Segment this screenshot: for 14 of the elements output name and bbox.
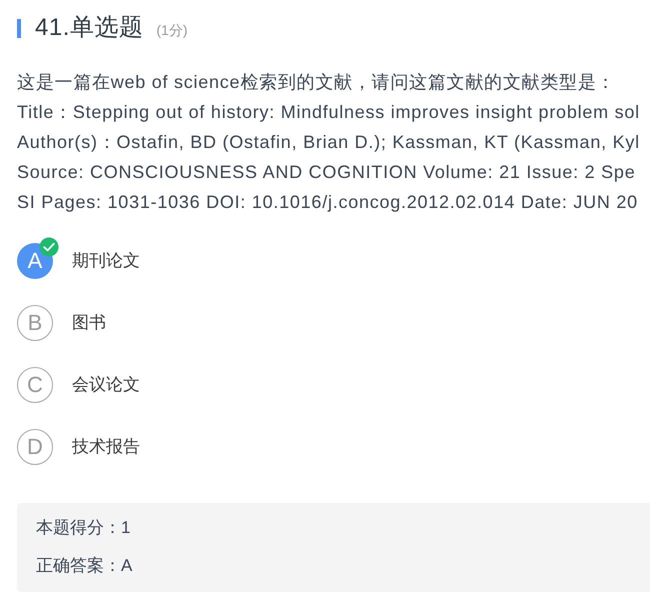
option-label[interactable]: 图书 (72, 312, 106, 334)
question-text: Title：Stepping out of history: Mindfulness improves insight problem sol (17, 101, 640, 124)
question-text: SI Pages: 1031-1036 DOI: 10.1016/j.concog.2012.02.014 Date: JUN 20 (17, 191, 638, 214)
question-text: Source: CONSCIOUSNESS AND COGNITION Volume: 21 Issue: 2 Spe (17, 161, 636, 184)
answer-text: 正确答案：A (36, 555, 132, 577)
question-text: 这是一篇在web of science检索到的文献，请问这篇文献的文献类型是： (17, 71, 616, 94)
question-text: Author(s)：Ostafin, BD (Ostafin, Brian D.); Kassman, KT (Kassman, Kyl (17, 131, 640, 154)
score-text: 本题得分：1 (36, 517, 130, 539)
option-label[interactable]: 期刊论文 (72, 250, 140, 272)
question-title: 41.单选题 (35, 13, 144, 43)
option-label[interactable]: 会议论文 (72, 374, 140, 396)
points-label: (1分) (156, 22, 188, 38)
option-label[interactable]: 技术报告 (72, 436, 140, 458)
title-accent-bar (17, 18, 21, 38)
